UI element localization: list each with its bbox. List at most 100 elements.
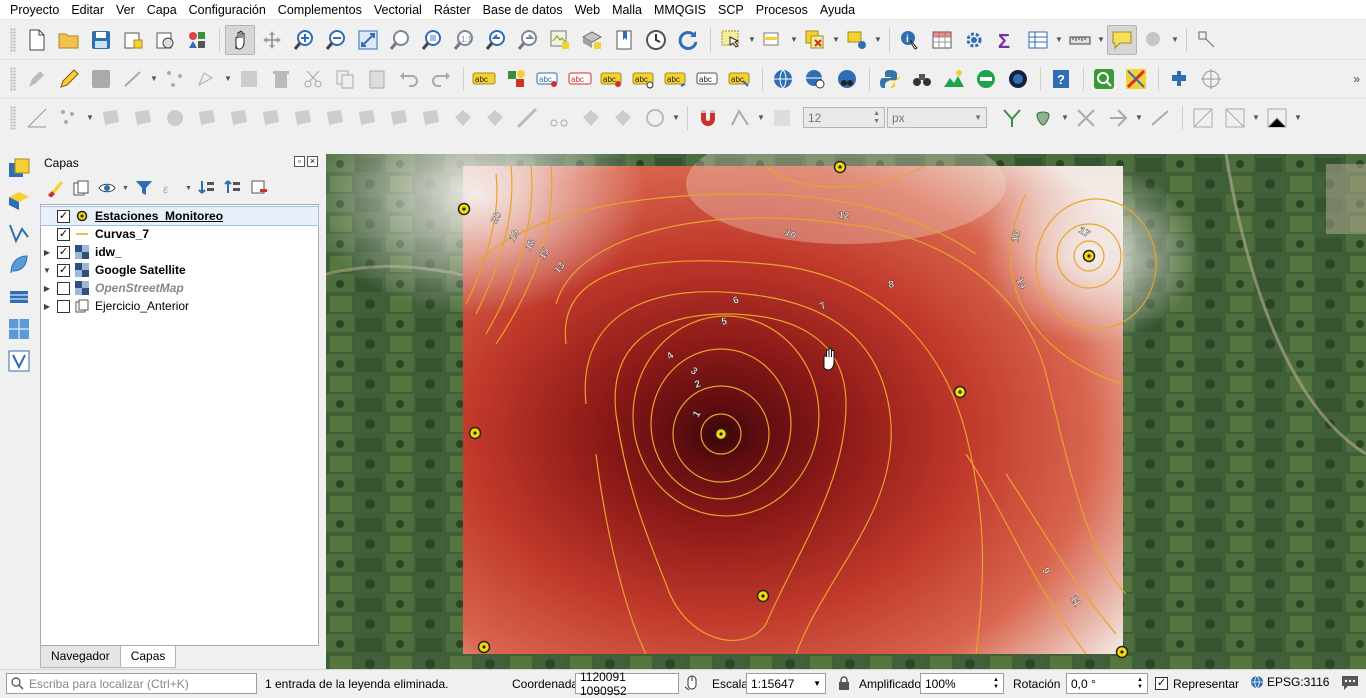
merge-features-button[interactable] [384, 103, 414, 133]
mesh-transform-dropdown[interactable]: ▼ [1294, 103, 1302, 133]
snapping-type-button[interactable] [767, 103, 797, 133]
station-point[interactable] [457, 202, 471, 216]
simplify-button[interactable] [576, 103, 606, 133]
vertex-dropdown[interactable]: ▼ [224, 64, 232, 94]
vertex-tool-button[interactable] [160, 64, 190, 94]
rotate-label-button[interactable]: abc [661, 64, 691, 94]
toolbar-overflow-icon[interactable]: » [1353, 72, 1360, 86]
expand-arrow-icon[interactable]: ▶ [41, 302, 53, 311]
add-part-button[interactable] [192, 103, 222, 133]
move-label-button[interactable]: abc [629, 64, 659, 94]
layer-row-ejercicio-anterior[interactable]: ▶ Ejercicio_Anterior [41, 297, 318, 315]
topological-editing-button[interactable] [997, 103, 1027, 133]
rotation-spinbox[interactable]: 0,0 ° ▲ ▼ [1066, 673, 1148, 694]
menu-item-7[interactable]: Ráster [428, 3, 477, 17]
vertex-editor-button[interactable] [608, 103, 638, 133]
zoom-to-selection-button[interactable] [385, 25, 415, 55]
select-by-value-button[interactable] [758, 25, 788, 55]
expand-all-button[interactable] [196, 177, 218, 199]
pin-labels-button[interactable]: abc [565, 64, 595, 94]
refresh-button[interactable] [673, 25, 703, 55]
semi-automatic-classification-button[interactable] [971, 64, 1001, 94]
station-point[interactable] [714, 427, 728, 441]
menu-item-10[interactable]: Malla [606, 3, 648, 17]
snapping-button[interactable] [693, 103, 723, 133]
tab-navegador[interactable]: Navegador [40, 646, 121, 668]
undo-button[interactable] [394, 64, 424, 94]
style-panel-button[interactable] [44, 177, 66, 199]
add-feature-button[interactable] [118, 64, 148, 94]
snap-intersection-button[interactable] [1071, 103, 1101, 133]
add-ring-button[interactable] [96, 103, 126, 133]
new-map-view-button[interactable] [545, 25, 575, 55]
layer-visibility-checkbox[interactable] [57, 299, 70, 313]
spinner-arrows-icon[interactable]: ▲ ▼ [993, 677, 999, 691]
menu-item-2[interactable]: Ver [110, 3, 141, 17]
station-point[interactable] [477, 640, 491, 654]
layer-row-curvas[interactable]: ✓ Curvas_7 [41, 225, 318, 243]
merge-attributes-button[interactable] [416, 103, 446, 133]
layer-row-estaciones[interactable]: ✓ Estaciones_Monitoreo [40, 206, 319, 226]
profile-tool-button[interactable] [939, 64, 969, 94]
statistics-button[interactable]: Σ [991, 25, 1021, 55]
deselect-features-button[interactable] [800, 25, 830, 55]
tab-capas[interactable]: Capas [119, 646, 177, 668]
zoom-next-button[interactable] [513, 25, 543, 55]
wms-button[interactable] [768, 64, 798, 94]
expression-dropdown-icon[interactable]: ▼ [185, 185, 192, 192]
snapping-unit-select[interactable]: px ▼ [887, 107, 987, 128]
quickmapservices-button[interactable] [907, 64, 937, 94]
offset-curve-button[interactable] [288, 103, 318, 133]
select-features-dropdown[interactable]: ▼ [748, 25, 756, 55]
layer-row-idw[interactable]: ▶ ✓ idw_ [41, 243, 318, 261]
new-3d-view-button[interactable] [577, 25, 607, 55]
menu-item-12[interactable]: SCP [712, 3, 750, 17]
locate-button[interactable] [1089, 64, 1119, 94]
open-project-button[interactable] [54, 25, 84, 55]
layer-visibility-checkbox[interactable]: ✓ [57, 263, 70, 277]
offset-point-symbols-button[interactable] [480, 103, 510, 133]
close-panel-icon[interactable]: × [307, 156, 318, 167]
bookmarks-button[interactable] [609, 25, 639, 55]
spinner-arrows-icon[interactable]: ▲ ▼ [1137, 677, 1143, 691]
select-features-button[interactable] [716, 25, 746, 55]
highlight-pinned-labels-button[interactable]: abc [533, 64, 563, 94]
crosshair-button[interactable] [1196, 64, 1226, 94]
new-print-layout-button[interactable] [118, 25, 148, 55]
zoom-in-button[interactable] [289, 25, 319, 55]
zoom-native-resolution-button[interactable]: 1:1 [449, 25, 479, 55]
new-shapefile-button[interactable] [4, 250, 34, 280]
data-source-manager-button[interactable] [4, 154, 34, 184]
menu-item-0[interactable]: Proyecto [4, 3, 65, 17]
processing-toolbox-button[interactable] [959, 25, 989, 55]
toolbar-grip[interactable] [10, 105, 16, 130]
delete-selected-button[interactable] [266, 64, 296, 94]
annotation-button[interactable] [1192, 25, 1222, 55]
menu-item-14[interactable]: Ayuda [814, 3, 861, 17]
trim-extend-button[interactable] [512, 103, 542, 133]
crs-button[interactable]: EPSG:3116 [1250, 675, 1329, 689]
layer-rotate-button[interactable] [640, 103, 670, 133]
enable-advanced-digitizing-button[interactable] [22, 103, 52, 133]
mesh-transform-button[interactable] [1262, 103, 1292, 133]
paste-features-button[interactable] [362, 64, 392, 94]
map-canvas[interactable]: 20 19 18 15 13 12 10 8 7 6 5 4 3 2 1 16 … [326, 154, 1366, 669]
station-point[interactable] [953, 385, 967, 399]
float-panel-icon[interactable]: ▫ [294, 156, 305, 167]
filter-expression-button[interactable]: ε [159, 177, 181, 199]
menu-item-5[interactable]: Complementos [272, 3, 368, 17]
menu-item-13[interactable]: Procesos [750, 3, 814, 17]
measure-button[interactable] [1065, 25, 1095, 55]
menu-item-9[interactable]: Web [569, 3, 606, 17]
locator-search-input[interactable]: Escriba para localizar (Ctrl+K) [6, 673, 257, 694]
layer-row-google-satellite[interactable]: ▼ ✓ Google Satellite [41, 261, 318, 279]
save-edits-button[interactable] [86, 64, 116, 94]
layer-visibility-checkbox[interactable]: ✓ [57, 245, 70, 259]
layer-row-openstreetmap[interactable]: ▶ OpenStreetMap [41, 279, 318, 297]
temporal-controller-button[interactable] [641, 25, 671, 55]
station-point[interactable] [1082, 249, 1096, 263]
split-button[interactable] [544, 103, 574, 133]
add-vector-layer-button[interactable] [4, 186, 34, 216]
menu-item-3[interactable]: Capa [141, 3, 183, 17]
open-table-button[interactable] [1023, 25, 1053, 55]
